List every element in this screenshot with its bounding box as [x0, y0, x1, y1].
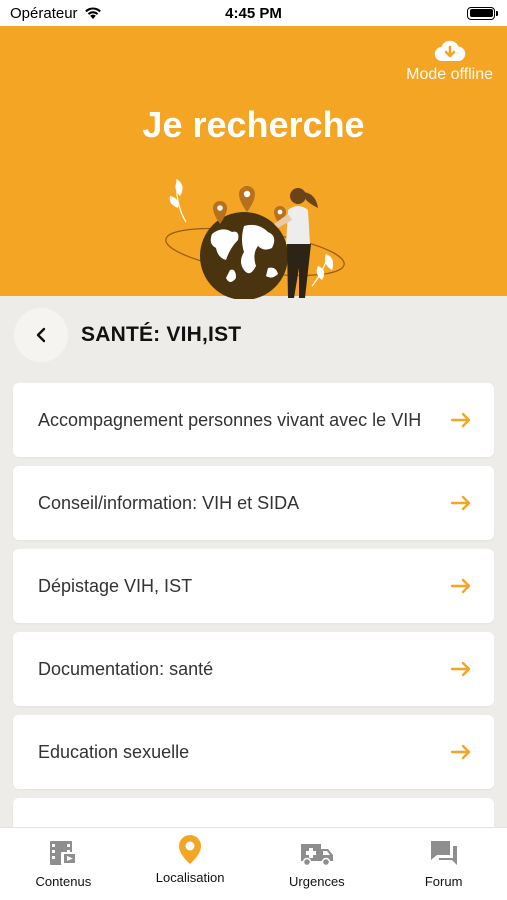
list-item-label: Education sexuelle [38, 741, 190, 762]
back-button[interactable] [14, 308, 68, 362]
list-item-label: Conseil/information: VIH et SIDA [38, 492, 300, 513]
chat-icon [430, 841, 457, 865]
carrier-label: Opérateur [10, 4, 78, 22]
arrow-right-icon [450, 412, 471, 428]
list-item-label: Dépistage VIH, IST [38, 575, 193, 596]
tab-label: Localisation [155, 870, 225, 885]
cloud-download-icon [434, 40, 465, 62]
tab-bar: Contenus Localisation Urgences Forum [0, 827, 507, 900]
category-list: Accompagnement personnes vivant avec le … [13, 383, 494, 847]
offline-mode-button[interactable]: Mode offline [406, 40, 493, 84]
tab-contenus[interactable]: Contenus [0, 828, 127, 900]
status-left: Opérateur [10, 5, 102, 22]
tab-urgences[interactable]: Urgences [254, 828, 381, 900]
world-search-illustration [165, 178, 345, 299]
chevron-left-icon [36, 327, 46, 343]
list-item-label: Accompagnement personnes vivant avec le … [38, 409, 422, 430]
battery-icon [467, 6, 498, 20]
list-item-label: Documentation: santé [38, 658, 214, 679]
hero-header: Mode offline Je recherche [0, 26, 507, 299]
tab-label: Urgences [289, 874, 345, 889]
ambulance-icon [300, 844, 333, 867]
tab-localisation[interactable]: Localisation [127, 828, 254, 900]
list-item[interactable]: Accompagnement personnes vivant avec le … [13, 383, 494, 457]
list-item[interactable]: Conseil/information: VIH et SIDA [13, 466, 494, 540]
offline-label: Mode offline [406, 66, 493, 83]
list-item[interactable]: Dépistage VIH, IST [13, 549, 494, 623]
tab-forum[interactable]: Forum [380, 828, 507, 900]
list-item[interactable]: Education sexuelle [13, 715, 494, 789]
page-title: Je recherche [142, 104, 365, 145]
arrow-right-icon [450, 744, 471, 760]
map-pin-icon [179, 835, 202, 864]
tab-label: Contenus [35, 874, 92, 889]
status-bar: Opérateur 4:45 PM [0, 0, 507, 26]
arrow-right-icon [450, 578, 471, 594]
wifi-icon [84, 7, 101, 19]
film-icon [50, 841, 77, 865]
section-header: SANTÉ: VIH,IST [14, 308, 241, 362]
tab-label: Forum [424, 874, 463, 889]
arrow-right-icon [450, 495, 471, 511]
arrow-right-icon [450, 661, 471, 677]
section-title: SANTÉ: VIH,IST [81, 323, 242, 346]
list-item[interactable]: Documentation: santé [13, 632, 494, 706]
